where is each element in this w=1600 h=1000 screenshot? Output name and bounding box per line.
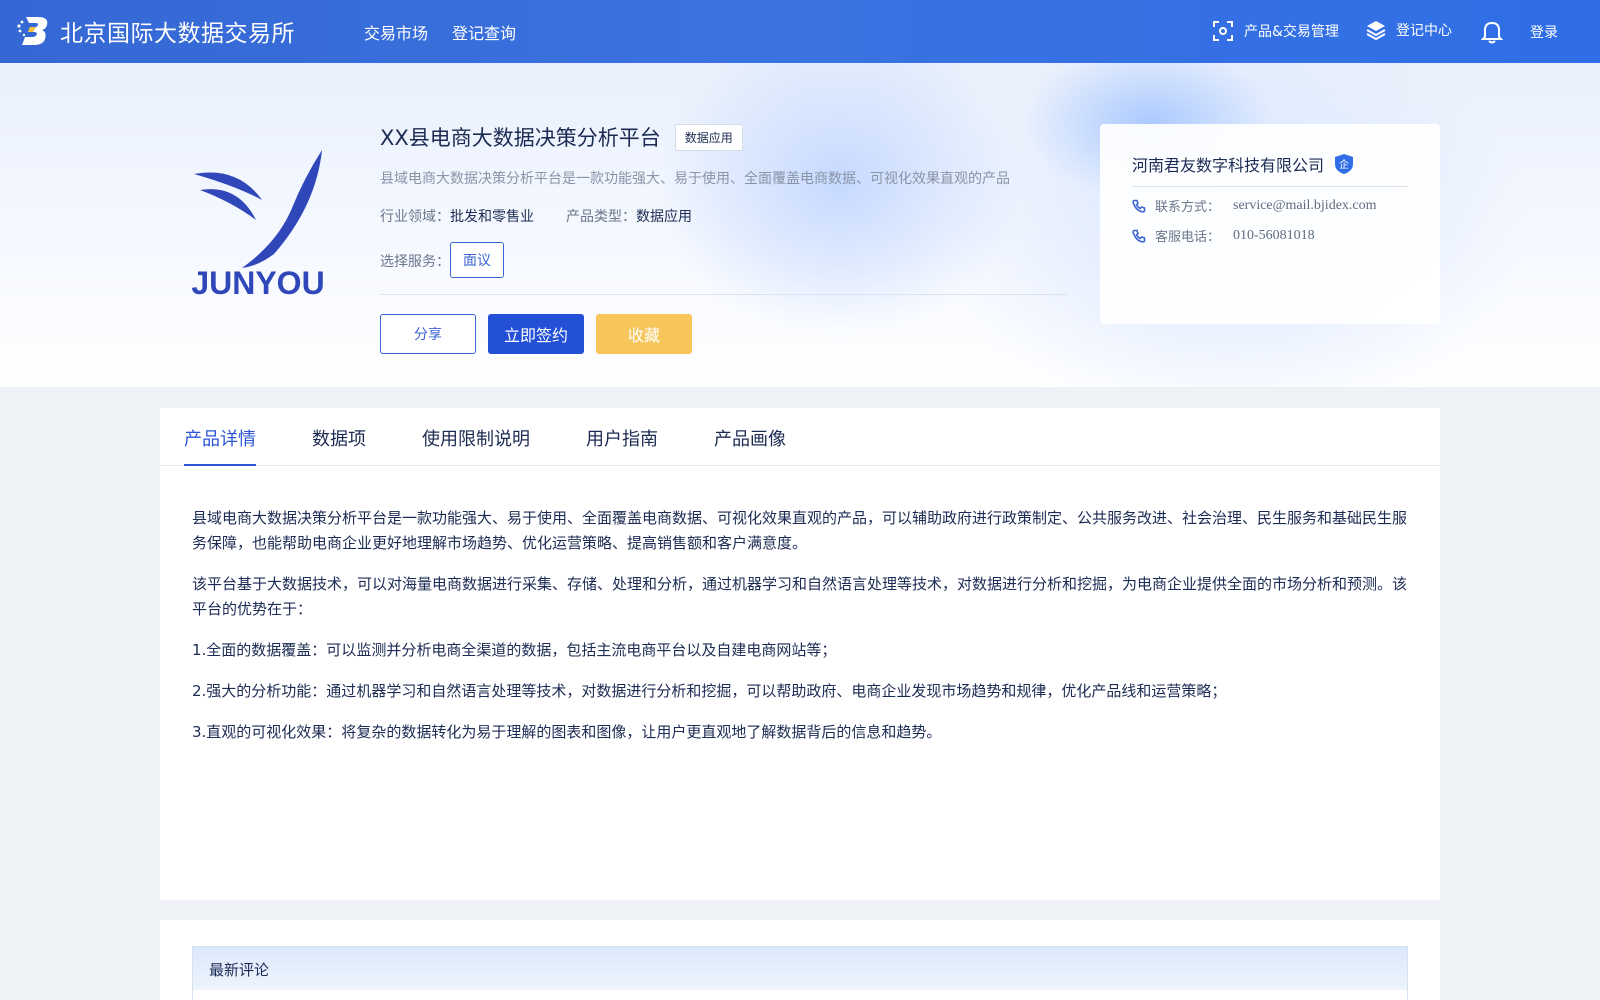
active-tab-indicator	[184, 464, 256, 466]
tab-data-items[interactable]: 数据项	[312, 425, 366, 451]
nav-trade-market[interactable]: 交易市场	[364, 20, 428, 44]
product-title-row: XX县电商大数据决策分析平台 数据应用	[380, 122, 743, 152]
company-card: 河南君友数字科技有限公司 企 联系方式： service@mail.bjidex…	[1100, 124, 1440, 324]
hero-divider	[380, 294, 1068, 295]
scan-icon	[1213, 21, 1233, 41]
product-type-tag: 数据应用	[674, 123, 743, 151]
product-type-meta: 产品类型：数据应用	[566, 206, 692, 226]
brand[interactable]: 北京国际大数据交易所	[16, 14, 295, 48]
company-logo-text: JUNYOU	[191, 265, 324, 300]
login-link[interactable]: 登录	[1530, 22, 1558, 42]
top-navbar: 北京国际大数据交易所 交易市场 登记查询 产品&交易管理 登记中心 登录	[0, 0, 1600, 63]
tab-product-detail[interactable]: 产品详情	[184, 425, 256, 451]
phone-number: 010-56081018	[1233, 227, 1315, 243]
phone-label: 客服电话：	[1155, 230, 1221, 245]
service-label: 选择服务：	[380, 254, 450, 270]
comments-title: 最新评论	[209, 961, 270, 979]
detail-paragraph: 1.全面的数据覆盖：可以监测并分析电商全渠道的数据，包括主流电商平台以及自建电商…	[192, 641, 837, 659]
industry-meta: 行业领域：批发和零售业	[380, 206, 534, 226]
product-type-value: 数据应用	[636, 209, 692, 225]
comments-body	[192, 990, 1408, 1000]
contact-email[interactable]: service@mail.bjidex.com	[1233, 198, 1377, 214]
contact-row: 联系方式： service@mail.bjidex.com	[1132, 196, 1377, 215]
contact-label: 联系方式：	[1155, 200, 1221, 215]
sign-now-button[interactable]: 立即签约	[488, 314, 584, 354]
brand-name: 北京国际大数据交易所	[60, 21, 295, 47]
favorite-button[interactable]: 收藏	[596, 314, 692, 354]
share-button[interactable]: 分享	[380, 314, 476, 354]
industry-label: 行业领域：	[380, 209, 450, 225]
nav-product-trade-mgmt[interactable]: 产品&交易管理	[1212, 20, 1339, 42]
nav-product-trade-mgmt-label: 产品&交易管理	[1244, 24, 1339, 40]
tab-user-guide[interactable]: 用户指南	[586, 425, 658, 451]
product-type-label: 产品类型：	[566, 209, 636, 225]
detail-tabbar: 产品详情 数据项 使用限制说明 用户指南 产品画像	[160, 408, 1440, 466]
company-logo: JUNYOU	[191, 150, 325, 300]
nav-register-center-label: 登记中心	[1396, 23, 1452, 39]
comments-header: 最新评论	[192, 946, 1408, 990]
industry-value: 批发和零售业	[450, 209, 534, 225]
bell-icon[interactable]	[1481, 20, 1503, 44]
nav-register-query[interactable]: 登记查询	[452, 20, 516, 44]
service-option-negotiable[interactable]: 面议	[450, 242, 504, 278]
product-title: XX县电商大数据决策分析平台	[380, 126, 661, 150]
product-description: 县域电商大数据决策分析平台是一款功能强大、易于使用、全面覆盖电商数据、可视化效果…	[380, 171, 1010, 187]
company-name-row: 河南君友数字科技有限公司 企	[1132, 152, 1354, 176]
enterprise-verified-badge-icon: 企	[1335, 154, 1354, 174]
tab-product-profile[interactable]: 产品画像	[714, 425, 786, 451]
detail-paragraph: 该平台基于大数据技术，可以对海量电商数据进行采集、存储、处理和分析，通过机器学习…	[192, 575, 1408, 618]
tab-usage-restrictions[interactable]: 使用限制说明	[422, 425, 530, 451]
brand-logo-icon	[17, 17, 48, 45]
enterprise-badge-text: 企	[1339, 158, 1349, 171]
nav-register-center[interactable]: 登记中心	[1366, 20, 1452, 40]
detail-paragraph: 3.直观的可视化效果：将复杂的数据转化为易于理解的图表和图像，让用户更直观地了解…	[192, 723, 942, 741]
phone-icon	[1132, 229, 1146, 243]
phone-row: 客服电话： 010-56081018	[1132, 226, 1315, 245]
detail-paragraph: 2.强大的分析功能：通过机器学习和自然语言处理等技术，对数据进行分析和挖掘，可以…	[192, 682, 1227, 700]
detail-content: 县域电商大数据决策分析平台是一款功能强大、易于使用、全面覆盖电商数据、可视化效果…	[192, 506, 1408, 761]
product-detail-panel: 产品详情 数据项 使用限制说明 用户指南 产品画像 县域电商大数据决策分析平台是…	[160, 408, 1440, 900]
comments-panel: 最新评论	[160, 920, 1440, 1000]
phone-icon	[1132, 199, 1146, 213]
company-card-divider	[1132, 186, 1408, 187]
company-name[interactable]: 河南君友数字科技有限公司	[1132, 152, 1324, 176]
detail-paragraph: 县域电商大数据决策分析平台是一款功能强大、易于使用、全面覆盖电商数据、可视化效果…	[192, 509, 1408, 552]
layers-icon	[1366, 21, 1386, 40]
